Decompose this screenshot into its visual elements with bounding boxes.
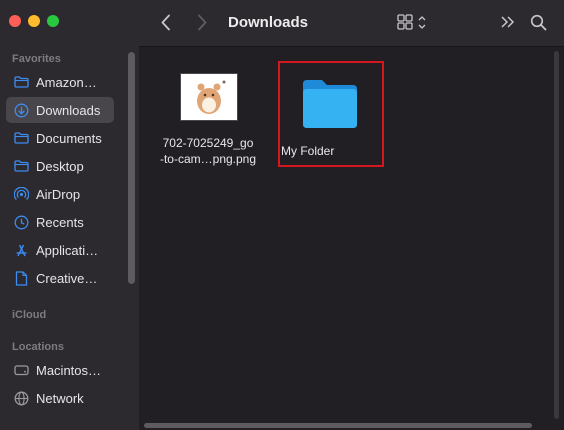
folder-icon: [13, 74, 29, 90]
window-title: Downloads: [228, 14, 309, 31]
minimize-window-button[interactable]: [28, 15, 40, 27]
network-icon: [13, 390, 29, 406]
toolbar-overflow-button[interactable]: [500, 15, 516, 34]
window-controls: [9, 15, 59, 27]
sidebar-item-airdrop[interactable]: AirDrop: [6, 181, 114, 207]
sidebar-item-creative[interactable]: Creative…: [6, 265, 114, 291]
search-button[interactable]: [530, 14, 547, 36]
clock-icon: [13, 214, 29, 230]
close-window-button[interactable]: [9, 15, 21, 27]
folder-icon: [13, 158, 29, 174]
hard-drive-icon: [13, 362, 29, 378]
icloud-section-label: iCloud: [12, 309, 47, 321]
back-button[interactable]: [161, 14, 171, 36]
file-item-image[interactable]: 702-7025249_go -to-cam…png.png: [140, 47, 276, 177]
sidebar-item-label: Desktop: [36, 158, 84, 174]
sidebar-item-label: Creative…: [36, 270, 98, 286]
zoom-window-button[interactable]: [47, 15, 59, 27]
chevron-right-icon: [198, 14, 207, 31]
finder-window: Favorites Amazon… Downloads Documents De…: [0, 0, 564, 430]
folder-icon[interactable]: [301, 78, 359, 135]
sidebar-item-recents[interactable]: Recents: [6, 209, 114, 235]
double-chevron-right-icon: [501, 16, 515, 28]
applications-icon: [13, 242, 29, 258]
image-thumbnail: [180, 73, 238, 121]
search-icon: [530, 14, 547, 31]
chevron-updown-icon: [418, 15, 426, 29]
content-vertical-scrollbar[interactable]: [554, 51, 559, 419]
airdrop-icon: [13, 186, 29, 202]
file-browser-area: 702-7025249_go -to-cam…png.png My Folder: [140, 47, 552, 423]
sidebar-item-label: Applicati…: [36, 242, 99, 258]
toolbar: Downloads: [139, 0, 564, 47]
document-icon: [13, 270, 29, 286]
sidebar-scrollbar[interactable]: [128, 52, 135, 284]
sidebar-item-network[interactable]: Network: [6, 385, 114, 411]
sidebar-item-label: AirDrop: [36, 186, 81, 202]
chevron-left-icon: [161, 14, 170, 31]
folder-name: My Folder: [281, 144, 335, 158]
sidebar-item-downloads[interactable]: Downloads: [6, 97, 114, 123]
forward-button[interactable]: [197, 14, 207, 36]
sidebar-item-desktop[interactable]: Desktop: [6, 153, 114, 179]
sidebar: Favorites Amazon… Downloads Documents De…: [0, 0, 139, 430]
locations-section-label: Locations: [12, 341, 64, 353]
sidebar-item-amazon[interactable]: Amazon…: [6, 69, 114, 95]
sidebar-item-label: Macintos…: [36, 362, 102, 378]
file-name-line: -to-cam…png.png: [159, 152, 257, 166]
downloads-icon: [13, 102, 29, 118]
sidebar-item-documents[interactable]: Documents: [6, 125, 114, 151]
icon-grid-icon: [397, 14, 413, 30]
sidebar-item-applications[interactable]: Applicati…: [6, 237, 114, 263]
sidebar-item-label: Recents: [36, 214, 84, 230]
sidebar-item-label: Network: [36, 390, 84, 406]
sidebar-item-label: Documents: [36, 130, 102, 146]
file-name-line: 702-7025249_go: [162, 136, 254, 150]
file-name: 702-7025249_go -to-cam…png.png: [140, 135, 276, 167]
content-horizontal-scrollbar[interactable]: [144, 423, 532, 428]
folder-icon: [13, 130, 29, 146]
hamster-image-icon: [197, 80, 226, 114]
favorites-section-label: Favorites: [12, 53, 61, 65]
sidebar-item-label: Amazon…: [36, 74, 97, 90]
sidebar-item-label: Downloads: [36, 102, 101, 118]
sidebar-item-macintosh-hd[interactable]: Macintos…: [6, 357, 114, 383]
view-mode-selector[interactable]: [397, 14, 426, 30]
